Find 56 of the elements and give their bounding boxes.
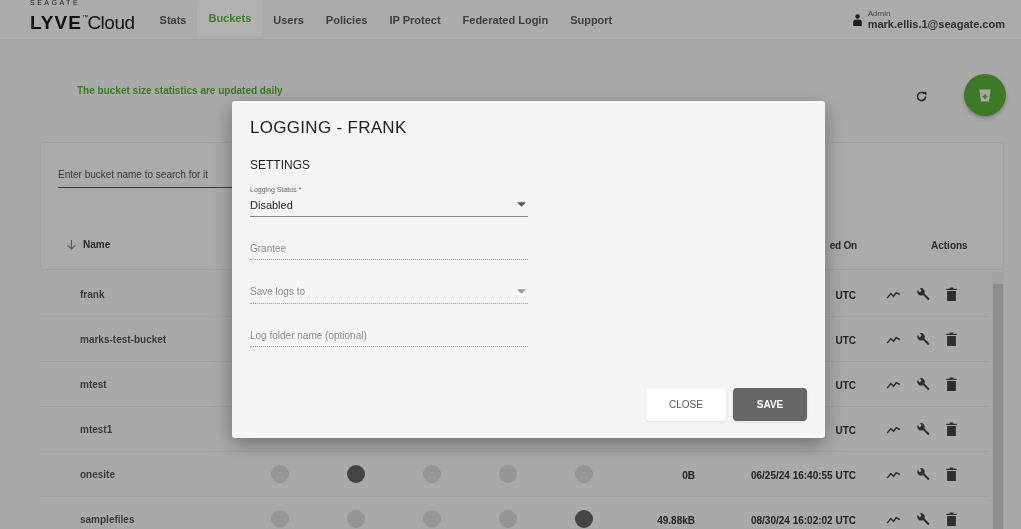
size-cell: 49.88kB — [657, 515, 695, 526]
trend-line-icon[interactable] — [886, 334, 901, 344]
caret-icon — [517, 289, 526, 294]
user-email[interactable]: mark.ellis.1@seagate.com — [867, 18, 1005, 30]
select-field[interactable]: Disabled — [250, 195, 528, 217]
size-cell: 0B — [682, 470, 695, 481]
bucket-name[interactable]: samplefiles — [80, 513, 135, 525]
nav-tab[interactable]: Policies — [314, 0, 379, 40]
trash-icon[interactable] — [946, 512, 957, 526]
trash-icon[interactable] — [946, 422, 957, 436]
bucket-name[interactable]: mtest — [80, 378, 107, 390]
sort-arrow-icon[interactable] — [66, 238, 77, 250]
scrollbar[interactable] — [992, 272, 1004, 529]
trend-line-icon[interactable] — [886, 424, 901, 434]
column-header[interactable]: Name — [83, 238, 111, 250]
trend-line-icon[interactable] — [886, 514, 901, 524]
wrench-icon[interactable] — [916, 331, 931, 347]
bucket-name[interactable]: onesite — [80, 468, 115, 480]
bucket-name[interactable]: frank — [80, 288, 105, 300]
date-cell: 08/30/24 16:02:02 UTC — [750, 515, 856, 526]
date-cell: UTC — [835, 425, 856, 436]
save-button[interactable]: SAVE — [733, 388, 807, 421]
bucket-plus-icon — [977, 87, 993, 103]
caret-icon — [517, 202, 526, 207]
close-button[interactable]: CLOSE — [646, 388, 726, 421]
bucket-name[interactable]: marks-test-bucket — [80, 333, 167, 345]
trash-icon[interactable] — [946, 377, 957, 391]
user-icon — [852, 13, 862, 26]
date-cell: 06/25/24 16:40:55 UTC — [750, 470, 856, 481]
nav-tab[interactable]: Support — [559, 0, 624, 40]
wrench-icon[interactable] — [916, 466, 931, 482]
column-header[interactable]: ed On — [829, 240, 857, 251]
nav-tab[interactable]: Federated Login — [451, 0, 560, 40]
date-cell: UTC — [835, 290, 856, 301]
nav-tab[interactable]: Stats — [148, 0, 198, 40]
user-role: Admin — [867, 9, 892, 18]
trend-line-icon[interactable] — [886, 379, 901, 389]
logo[interactable]: LYVE$^{™}$Cloud — [30, 6, 135, 33]
trend-line-icon[interactable] — [886, 289, 901, 299]
column-header: Actions — [931, 240, 968, 251]
trash-icon[interactable] — [946, 332, 957, 346]
wrench-icon[interactable] — [916, 511, 931, 527]
trash-icon[interactable] — [946, 467, 957, 481]
wrench-icon[interactable] — [916, 376, 931, 392]
dialog-title: LOGGING - FRANK — [250, 118, 408, 138]
date-cell: UTC — [835, 380, 856, 391]
date-cell: UTC — [835, 335, 856, 346]
wrench-icon[interactable] — [916, 286, 931, 302]
nav-tab[interactable]: IP Protect — [378, 0, 452, 40]
trash-icon[interactable] — [946, 287, 957, 301]
nav-tab[interactable]: Users — [262, 0, 315, 40]
refresh-icon[interactable] — [915, 89, 928, 103]
wrench-icon[interactable] — [916, 421, 931, 437]
notice-text: The bucket size statistics are updated daily — [77, 84, 283, 96]
bucket-name[interactable]: mtest1 — [80, 423, 113, 435]
trend-line-icon[interactable] — [886, 469, 901, 479]
